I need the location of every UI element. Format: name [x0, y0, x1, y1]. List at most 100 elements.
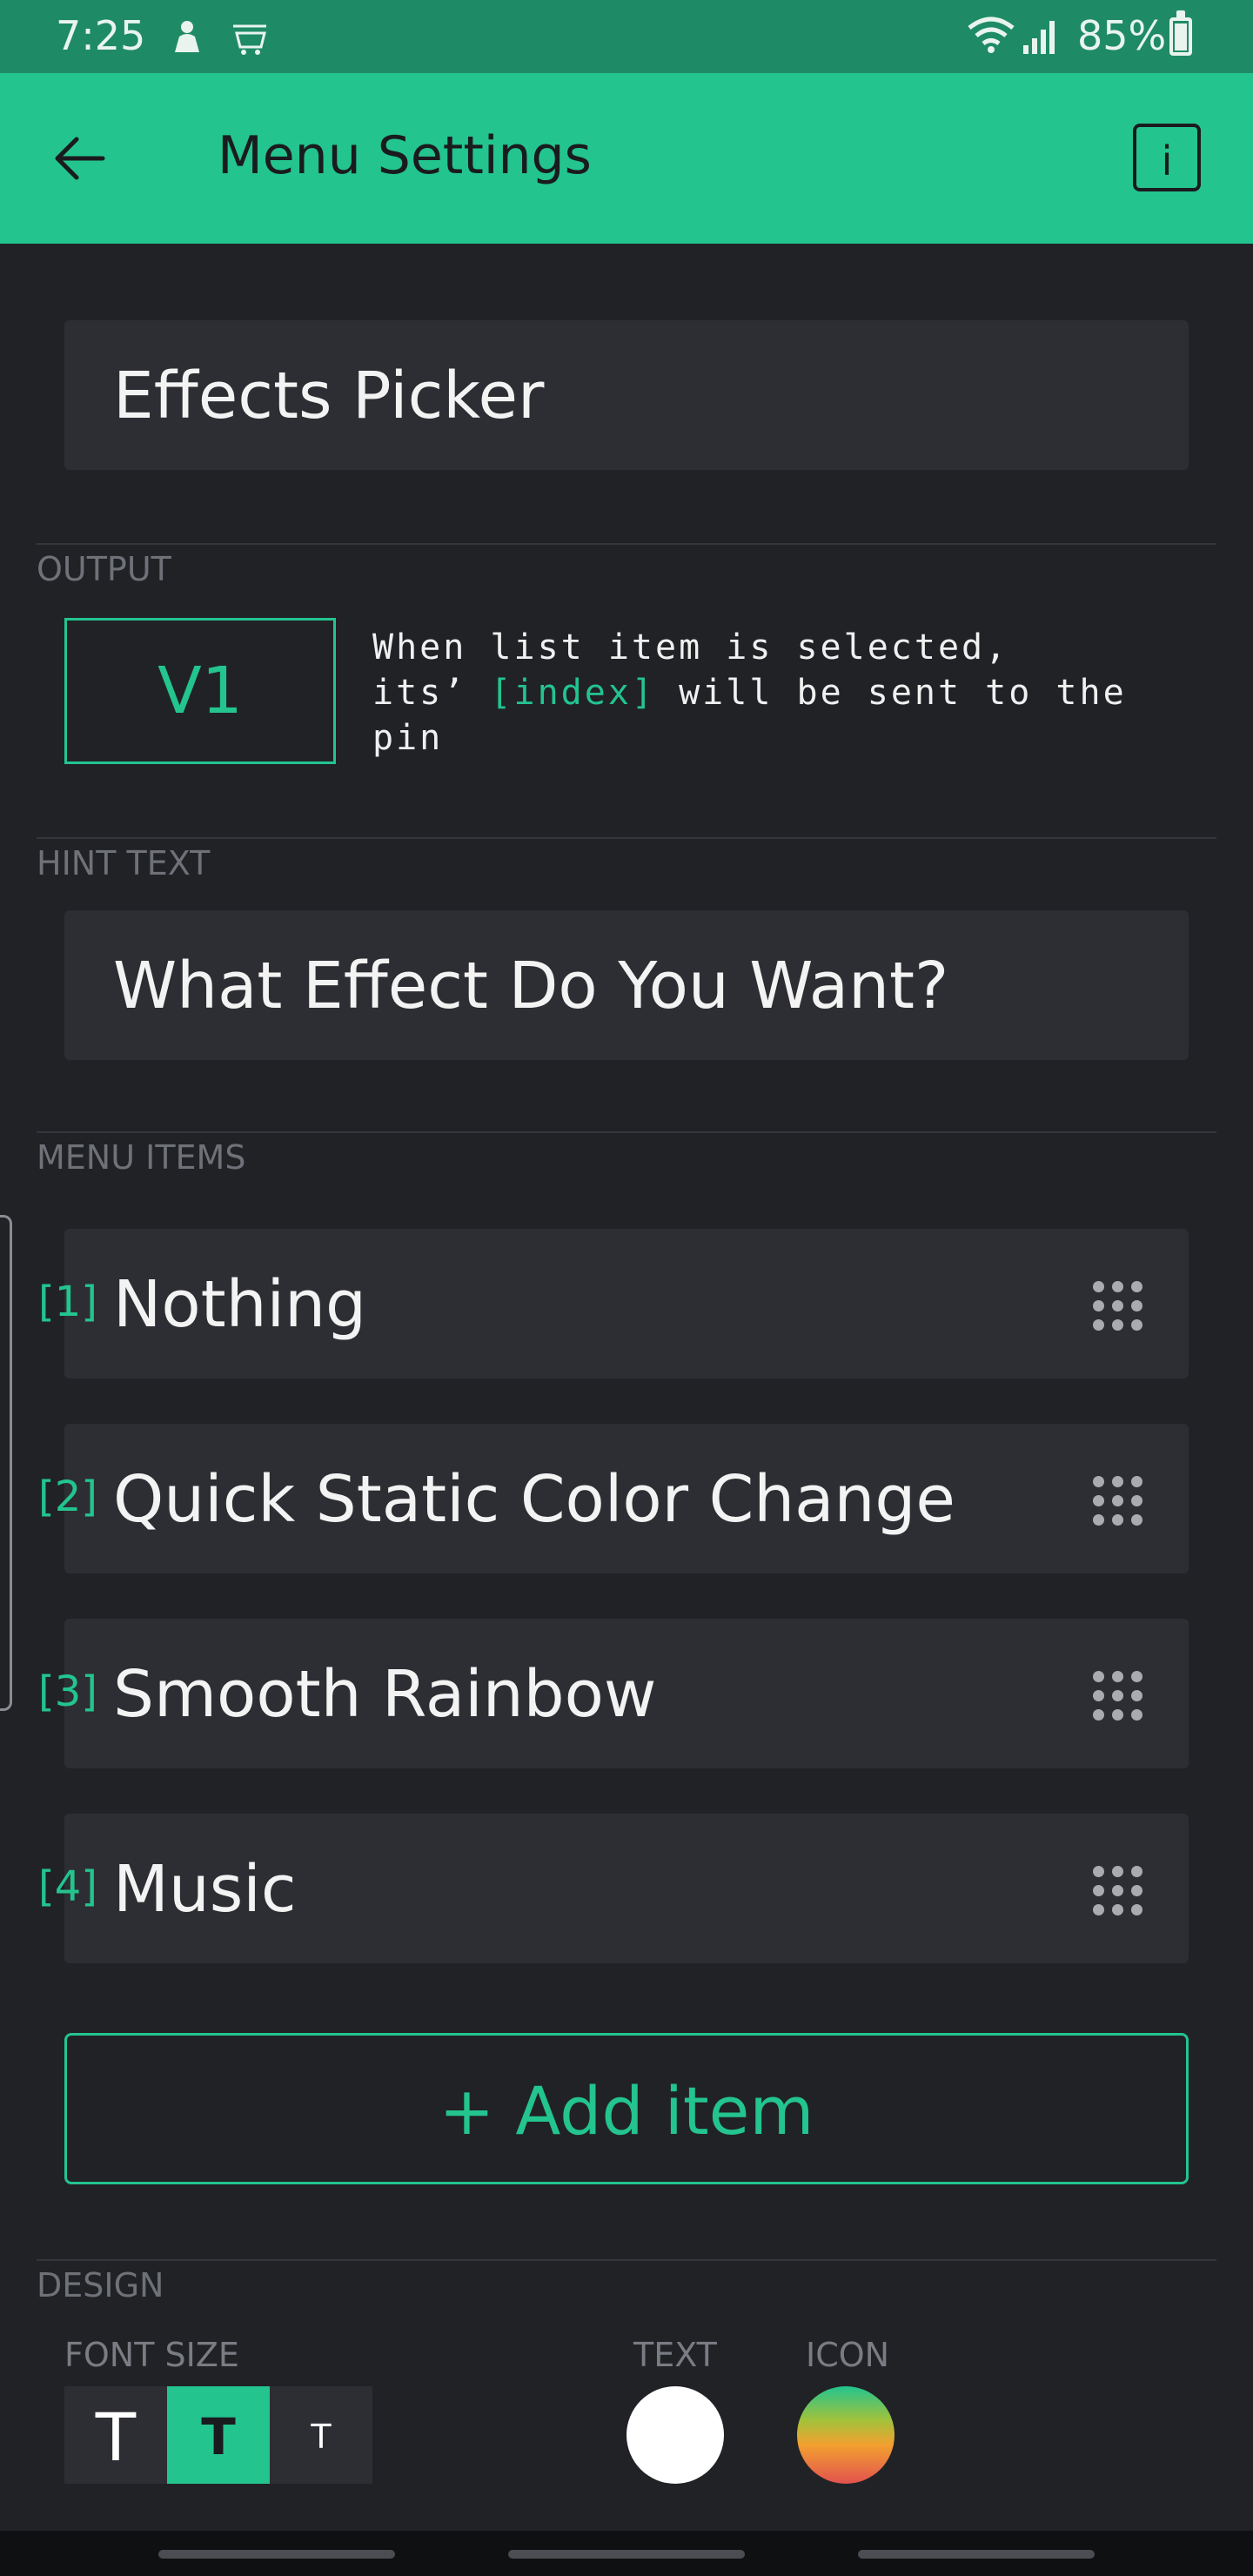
- grip-dot: [1093, 1866, 1104, 1877]
- font-size-small-glyph: T: [311, 2418, 332, 2456]
- signal-icon: [1022, 17, 1060, 59]
- font-size-label: FONT SIZE: [64, 2336, 239, 2374]
- grip-dot: [1131, 1300, 1142, 1311]
- grip-dot: [1131, 1476, 1142, 1487]
- grip-dot: [1131, 1904, 1142, 1915]
- grip-dot: [1112, 1709, 1123, 1721]
- section-label-hint-text: HINT TEXT: [37, 844, 211, 882]
- menu-item-index: [2]: [38, 1472, 97, 1521]
- grip-dot: [1093, 1476, 1104, 1487]
- output-description-line: pin: [372, 718, 444, 758]
- divider: [37, 543, 1216, 545]
- grip-dot: [1112, 1866, 1123, 1877]
- back-button[interactable]: [49, 131, 110, 186]
- grip-dot: [1112, 1300, 1123, 1311]
- text-color-label: TEXT: [633, 2336, 717, 2374]
- font-size-medium-glyph: T: [201, 2407, 236, 2466]
- drag-handle-icon[interactable]: [1089, 1278, 1142, 1331]
- widget-name-value: Effects Picker: [113, 359, 545, 433]
- grip-dot: [1131, 1885, 1142, 1896]
- grip-dot: [1112, 1495, 1123, 1506]
- grip-dot: [1093, 1690, 1104, 1701]
- drag-handle-icon[interactable]: [1089, 1667, 1142, 1721]
- grip-dot: [1112, 1476, 1123, 1487]
- drag-handle-icon[interactable]: [1089, 1472, 1142, 1526]
- status-time: 7:25: [56, 12, 146, 59]
- font-size-medium-button[interactable]: T: [167, 2386, 270, 2484]
- menu-item[interactable]: Nothing: [64, 1229, 1189, 1379]
- menu-item-index: [3]: [38, 1667, 97, 1716]
- section-label-menu-items: MENU ITEMS: [37, 1138, 246, 1177]
- battery-percent: 85%: [1077, 12, 1167, 59]
- pin-value: V1: [157, 654, 243, 728]
- index-token: [index]: [490, 673, 655, 713]
- pin-selector[interactable]: V1: [64, 618, 336, 764]
- font-size-small-button[interactable]: T: [270, 2386, 372, 2484]
- divider: [37, 837, 1216, 839]
- status-bar: 7:25 85%: [0, 0, 1253, 73]
- menu-item-label: Smooth Rainbow: [113, 1657, 657, 1732]
- menu-item-label: Quick Static Color Change: [113, 1462, 955, 1537]
- divider: [37, 2259, 1216, 2261]
- grip-dot: [1112, 1281, 1123, 1292]
- grip-dot: [1093, 1885, 1104, 1896]
- info-button[interactable]: i: [1133, 124, 1201, 191]
- notification-person-icon: [171, 19, 204, 57]
- grip-dot: [1131, 1495, 1142, 1506]
- edge-panel-handle[interactable]: [0, 1215, 12, 1711]
- grip-dot: [1093, 1300, 1104, 1311]
- grip-dot: [1112, 1319, 1123, 1331]
- battery-icon: [1169, 10, 1192, 56]
- output-description-text: its’: [372, 673, 467, 713]
- output-description: When list item is selected, its’ [index]…: [372, 625, 1190, 761]
- menu-item[interactable]: Music: [64, 1814, 1189, 1963]
- nav-back-button[interactable]: [858, 2550, 1095, 2559]
- page-title: Menu Settings: [218, 125, 592, 186]
- icon-color-label: ICON: [806, 2336, 890, 2374]
- add-item-label: + Add item: [439, 2072, 814, 2150]
- widget-name-field[interactable]: Effects Picker: [64, 320, 1189, 470]
- grip-dot: [1093, 1514, 1104, 1526]
- arrow-left-icon: [55, 137, 105, 180]
- section-label-output: OUTPUT: [37, 550, 171, 588]
- menu-item-label: Music: [113, 1852, 297, 1927]
- nav-home-button[interactable]: [508, 2550, 745, 2559]
- system-nav-bar: [0, 2531, 1253, 2576]
- menu-item[interactable]: Smooth Rainbow: [64, 1619, 1189, 1768]
- grip-dot: [1093, 1281, 1104, 1292]
- grip-dot: [1093, 1319, 1104, 1331]
- font-size-large-glyph: T: [95, 2398, 137, 2476]
- output-description-line: its’ [index] will be sent to the: [372, 670, 1190, 715]
- section-label-design: DESIGN: [37, 2266, 164, 2304]
- output-description-text: will be sent to the: [679, 673, 1127, 713]
- grip-dot: [1112, 1904, 1123, 1915]
- app-bar: Menu Settings i: [0, 73, 1253, 244]
- nav-recents-button[interactable]: [158, 2550, 395, 2559]
- menu-item-index: [1]: [38, 1278, 97, 1326]
- font-size-large-button[interactable]: T: [64, 2386, 167, 2484]
- output-description-line: When list item is selected,: [372, 627, 1009, 667]
- wifi-icon: [966, 16, 1016, 57]
- grip-dot: [1112, 1514, 1123, 1526]
- drag-handle-icon[interactable]: [1089, 1862, 1142, 1915]
- menu-item-label: Nothing: [113, 1267, 366, 1342]
- hint-text-value: What Effect Do You Want?: [113, 949, 949, 1023]
- amazon-cart-icon: [228, 21, 270, 59]
- menu-item[interactable]: Quick Static Color Change: [64, 1424, 1189, 1573]
- grip-dot: [1093, 1709, 1104, 1721]
- grip-dot: [1131, 1866, 1142, 1877]
- grip-dot: [1131, 1690, 1142, 1701]
- grip-dot: [1093, 1671, 1104, 1682]
- add-item-button[interactable]: + Add item: [64, 2033, 1189, 2184]
- grip-dot: [1131, 1671, 1142, 1682]
- hint-text-field[interactable]: What Effect Do You Want?: [64, 910, 1189, 1060]
- grip-dot: [1131, 1709, 1142, 1721]
- divider: [37, 1131, 1216, 1133]
- grip-dot: [1093, 1495, 1104, 1506]
- icon-color-swatch[interactable]: [797, 2386, 895, 2484]
- grip-dot: [1131, 1319, 1142, 1331]
- info-icon: i: [1161, 138, 1173, 184]
- text-color-swatch[interactable]: [626, 2386, 724, 2484]
- grip-dot: [1093, 1904, 1104, 1915]
- grip-dot: [1131, 1281, 1142, 1292]
